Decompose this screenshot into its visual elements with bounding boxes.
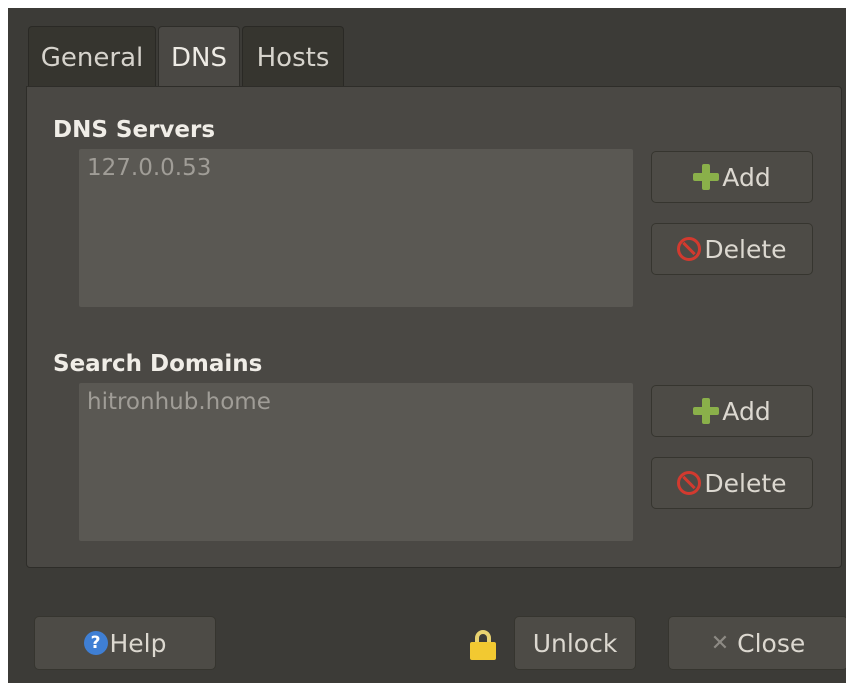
no-entry-icon	[677, 237, 702, 261]
plus-icon	[693, 164, 720, 190]
x-icon: ✕	[710, 630, 730, 656]
add-label: Add	[722, 162, 771, 192]
search-domains-list[interactable]: hitronhub.home	[79, 383, 633, 541]
dns-tab-panel: DNS Servers 127.0.0.53 Add Delete Search…	[26, 86, 842, 568]
add-label: Add	[722, 396, 771, 426]
dns-servers-title: DNS Servers	[53, 117, 216, 143]
search-domains-add-button[interactable]: Add	[651, 385, 813, 437]
close-label: Close	[737, 628, 806, 658]
padlock-icon	[470, 630, 496, 660]
question-mark-icon: ?	[83, 631, 108, 655]
help-label: Help	[109, 628, 167, 658]
close-button[interactable]: ✕ Close	[668, 616, 846, 670]
tab-dns[interactable]: DNS	[158, 26, 240, 88]
unlock-button[interactable]: Unlock	[514, 616, 636, 670]
help-button[interactable]: ? Help	[34, 616, 216, 670]
delete-label: Delete	[704, 234, 787, 264]
dns-servers-add-button[interactable]: Add	[651, 151, 813, 203]
dns-servers-delete-button[interactable]: Delete	[651, 223, 813, 275]
tab-hosts[interactable]: Hosts	[242, 26, 344, 88]
list-item[interactable]: hitronhub.home	[87, 389, 271, 415]
search-domains-title: Search Domains	[53, 351, 263, 377]
tab-general[interactable]: General	[28, 26, 156, 88]
unlock-label: Unlock	[532, 628, 618, 658]
search-domains-delete-button[interactable]: Delete	[651, 457, 813, 509]
no-entry-icon	[677, 471, 702, 495]
delete-label: Delete	[704, 468, 787, 498]
list-item[interactable]: 127.0.0.53	[87, 155, 211, 181]
plus-icon	[693, 398, 720, 424]
network-settings-window: General DNS Hosts DNS Servers 127.0.0.53…	[8, 8, 846, 683]
dns-servers-list[interactable]: 127.0.0.53	[79, 149, 633, 307]
